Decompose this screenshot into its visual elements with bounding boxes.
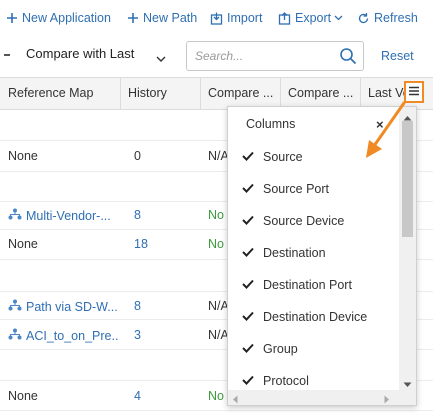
check-icon [242, 310, 256, 324]
column-option-source-port[interactable]: Source Port [242, 180, 329, 198]
compare-dropdown[interactable]: Compare with Last [26, 46, 134, 61]
reference-map-label: Path via SD-W... [26, 299, 118, 314]
reference-map-cell: None [8, 389, 38, 403]
filter-bar: Compare with Last Search... Reset [0, 38, 433, 74]
reference-map-label: ACI_to_on_Pre... [26, 328, 118, 343]
import-icon [210, 12, 223, 25]
refresh-label: Refresh [374, 11, 418, 25]
check-icon [242, 150, 256, 164]
reference-map-cell: None [8, 237, 38, 251]
history-link[interactable]: 4 [134, 389, 194, 403]
check-icon [242, 182, 256, 196]
reference-map-label: Multi-Vendor-... [26, 208, 111, 223]
column-option-label: Source Device [263, 214, 345, 228]
scroll-left-icon[interactable] [232, 393, 238, 407]
column-chooser-title: Columns [246, 117, 296, 131]
export-label: Export [295, 11, 332, 25]
check-icon [242, 374, 256, 388]
compare-cell: N/A [208, 328, 228, 342]
column-header-reference-map[interactable]: Reference Map [0, 78, 120, 109]
reset-button[interactable]: Reset [381, 49, 414, 63]
column-header-compare-2[interactable]: Compare ... [280, 78, 360, 109]
import-button[interactable]: Import [210, 10, 262, 26]
search-input[interactable]: Search... [186, 41, 364, 71]
history-link[interactable]: 3 [134, 328, 194, 342]
check-icon [242, 278, 256, 292]
refresh-button[interactable]: Refresh [357, 10, 418, 26]
compare-cell: No [208, 389, 224, 403]
history-link[interactable]: 8 [134, 299, 194, 313]
reference-map-link[interactable]: Path via SD-W... [8, 299, 118, 314]
check-icon [242, 246, 256, 260]
column-option-source[interactable]: Source [242, 148, 303, 166]
new-path-button[interactable]: New Path [127, 10, 197, 26]
new-application-button[interactable]: New Application [6, 10, 111, 26]
column-option-group[interactable]: Group [242, 340, 298, 358]
column-option-destination-device[interactable]: Destination Device [242, 308, 367, 326]
history-cell: 0 [134, 149, 141, 163]
compare-cell: N/A [208, 149, 228, 163]
reference-map-link[interactable]: ACI_to_on_Pre... [8, 328, 118, 343]
reference-map-cell: None [8, 149, 38, 163]
check-icon [242, 342, 256, 356]
column-option-label: Protocol [263, 374, 309, 388]
new-path-label: New Path [143, 11, 198, 25]
column-option-label: Destination Port [263, 278, 352, 292]
hamburger-icon [408, 85, 420, 99]
compare-cell: No [208, 237, 224, 251]
search-icon[interactable] [339, 47, 357, 68]
column-header-history[interactable]: History [120, 78, 200, 109]
new-application-label: New Application [22, 11, 111, 25]
callout-arrow-icon [360, 100, 408, 165]
plus-icon [6, 12, 18, 24]
map-icon [8, 328, 22, 343]
chevron-down-icon[interactable] [156, 52, 166, 66]
import-label: Import [227, 11, 263, 25]
plus-icon [127, 12, 139, 24]
check-icon [242, 214, 256, 228]
scrollbar-corner [399, 390, 416, 405]
search-placeholder: Search... [195, 49, 244, 63]
toolbar: New Application New Path Import Export R… [0, 0, 433, 36]
export-icon [278, 11, 291, 25]
history-link[interactable]: 8 [134, 208, 194, 222]
map-icon [8, 299, 22, 314]
horizontal-scrollbar[interactable] [228, 390, 399, 405]
compare-cell: No [208, 208, 224, 222]
dash-icon [4, 54, 10, 56]
chevron-down-icon [334, 15, 343, 21]
column-option-label: Source Port [263, 182, 330, 196]
scroll-right-icon[interactable] [384, 393, 390, 407]
reference-map-link[interactable]: Multi-Vendor-... [8, 208, 118, 223]
column-option-destination-port[interactable]: Destination Port [242, 276, 352, 294]
column-option-label: Group [263, 342, 298, 356]
column-option-source-device[interactable]: Source Device [242, 212, 344, 230]
export-button[interactable]: Export [278, 10, 343, 26]
column-option-label: Destination Device [263, 310, 368, 324]
map-icon [8, 208, 22, 223]
column-option-label: Source [263, 150, 303, 164]
refresh-icon [357, 12, 370, 25]
history-link[interactable]: 18 [134, 237, 194, 251]
column-option-destination[interactable]: Destination [242, 244, 326, 262]
scroll-down-icon[interactable] [403, 377, 412, 391]
column-option-protocol[interactable]: Protocol [242, 372, 309, 390]
column-option-label: Destination [263, 246, 326, 260]
compare-cell: N/A [208, 299, 228, 313]
column-header-compare-1[interactable]: Compare ... [200, 78, 280, 109]
